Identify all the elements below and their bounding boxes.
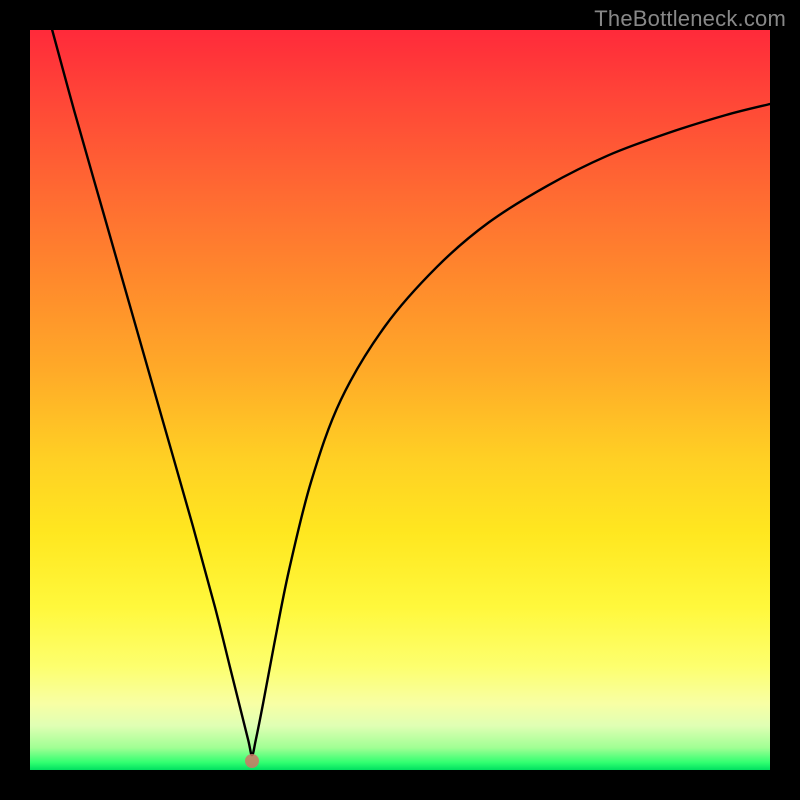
- chart-frame: TheBottleneck.com: [0, 0, 800, 800]
- plot-area: [30, 30, 770, 770]
- bottleneck-curve: [30, 30, 770, 770]
- watermark-text: TheBottleneck.com: [594, 6, 786, 32]
- optimal-point-marker: [245, 754, 259, 768]
